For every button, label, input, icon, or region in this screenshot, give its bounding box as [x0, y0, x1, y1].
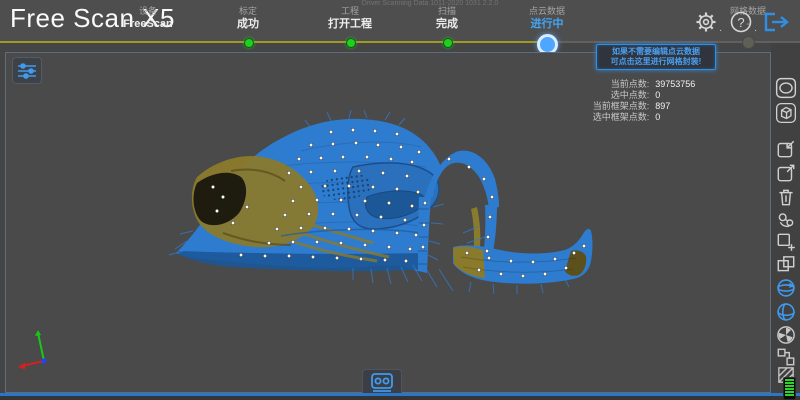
- deselect-in-icon[interactable]: [775, 138, 797, 160]
- battery-indicator: [783, 377, 796, 400]
- marker-dots: [210, 127, 587, 279]
- rotate-view-sphere-icon[interactable]: [775, 301, 797, 323]
- ellipse-select-icon[interactable]: [775, 77, 797, 99]
- gear-submenu-dot: .: [719, 23, 722, 34]
- help-button[interactable]: ? .: [728, 9, 757, 35]
- stat-current-frame-points: 当前框架点数: 897: [592, 101, 671, 111]
- view-settings-button[interactable]: [12, 57, 42, 84]
- point-cloud-stats: 当前点数: 39753756 选中点数: 0 当前框架点数: 897 选中框架点…: [544, 79, 704, 123]
- deselect-out-icon[interactable]: [775, 162, 797, 184]
- fan-wheel-icon[interactable]: [775, 324, 797, 346]
- mesh-hint-tooltip[interactable]: 如果不需要编辑点云数据 可点击这里进行网格封装!: [596, 44, 716, 70]
- step-project[interactable]: 工程 打开工程: [305, 5, 395, 32]
- stat-current-points: 当前点数: 39753756: [610, 79, 696, 89]
- settings-gear-button[interactable]: .: [693, 9, 722, 35]
- connected-domain-icon[interactable]: [775, 209, 797, 231]
- progress-dot-mesh[interactable]: [742, 36, 755, 49]
- bottom-accent-line: [0, 393, 800, 396]
- axis-triad: [18, 330, 47, 370]
- progress-dot-project: [346, 38, 356, 48]
- progress-line-done: [0, 41, 547, 43]
- freescan-app-window: Free Scan X5 Driver Scanning Data 1011-2…: [0, 0, 800, 400]
- overlap-rects-icon[interactable]: [775, 253, 797, 275]
- delete-icon[interactable]: [775, 186, 797, 208]
- step-pointcloud[interactable]: 点云数据 进行中: [502, 5, 592, 32]
- progress-dot-calibration: [244, 38, 254, 48]
- progress-line-todo: [547, 41, 800, 43]
- help-submenu-dot: .: [754, 23, 757, 34]
- add-selection-icon[interactable]: [775, 231, 797, 253]
- step-scan[interactable]: 扫描 完成: [402, 5, 492, 32]
- step-calibration[interactable]: 标定 成功: [203, 5, 293, 32]
- stat-selected-points: 选中点数: 0: [610, 90, 661, 100]
- stat-selected-frame-points: 选中框架点数: 0: [592, 112, 661, 122]
- bottom-strip: [0, 396, 800, 400]
- exit-button[interactable]: [761, 9, 791, 35]
- svg-text:?: ?: [737, 15, 744, 30]
- step-device[interactable]: 设备 FreeScan: [103, 5, 193, 32]
- viewport-3d[interactable]: 当前点数: 39753756 选中点数: 0 当前框架点数: 897 选中框架点…: [5, 52, 771, 397]
- cube-select-icon[interactable]: [775, 102, 797, 124]
- fit-view-sphere-icon[interactable]: [775, 277, 797, 299]
- progress-dot-scan: [443, 38, 453, 48]
- top-bar: Free Scan X5 Driver Scanning Data 1011-2…: [0, 0, 800, 55]
